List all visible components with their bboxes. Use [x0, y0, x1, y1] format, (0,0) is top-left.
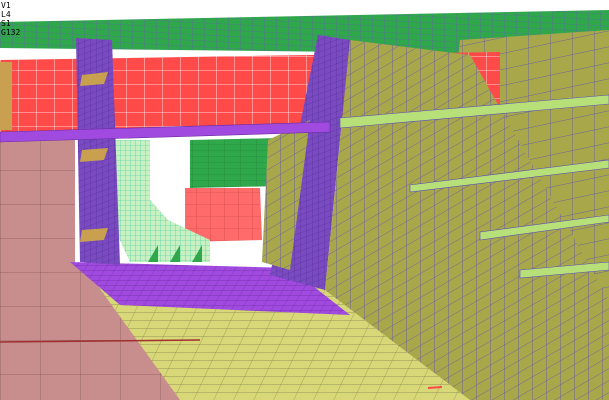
fem-mesh-viewport[interactable]: V1 L4 S1 G132: [0, 0, 609, 400]
edge-line-marker: [427, 386, 443, 389]
tan-bracket-3: [80, 228, 108, 242]
tan-left-block: [0, 62, 12, 130]
mesh-model: [0, 10, 609, 400]
tan-bracket-2: [80, 148, 108, 162]
